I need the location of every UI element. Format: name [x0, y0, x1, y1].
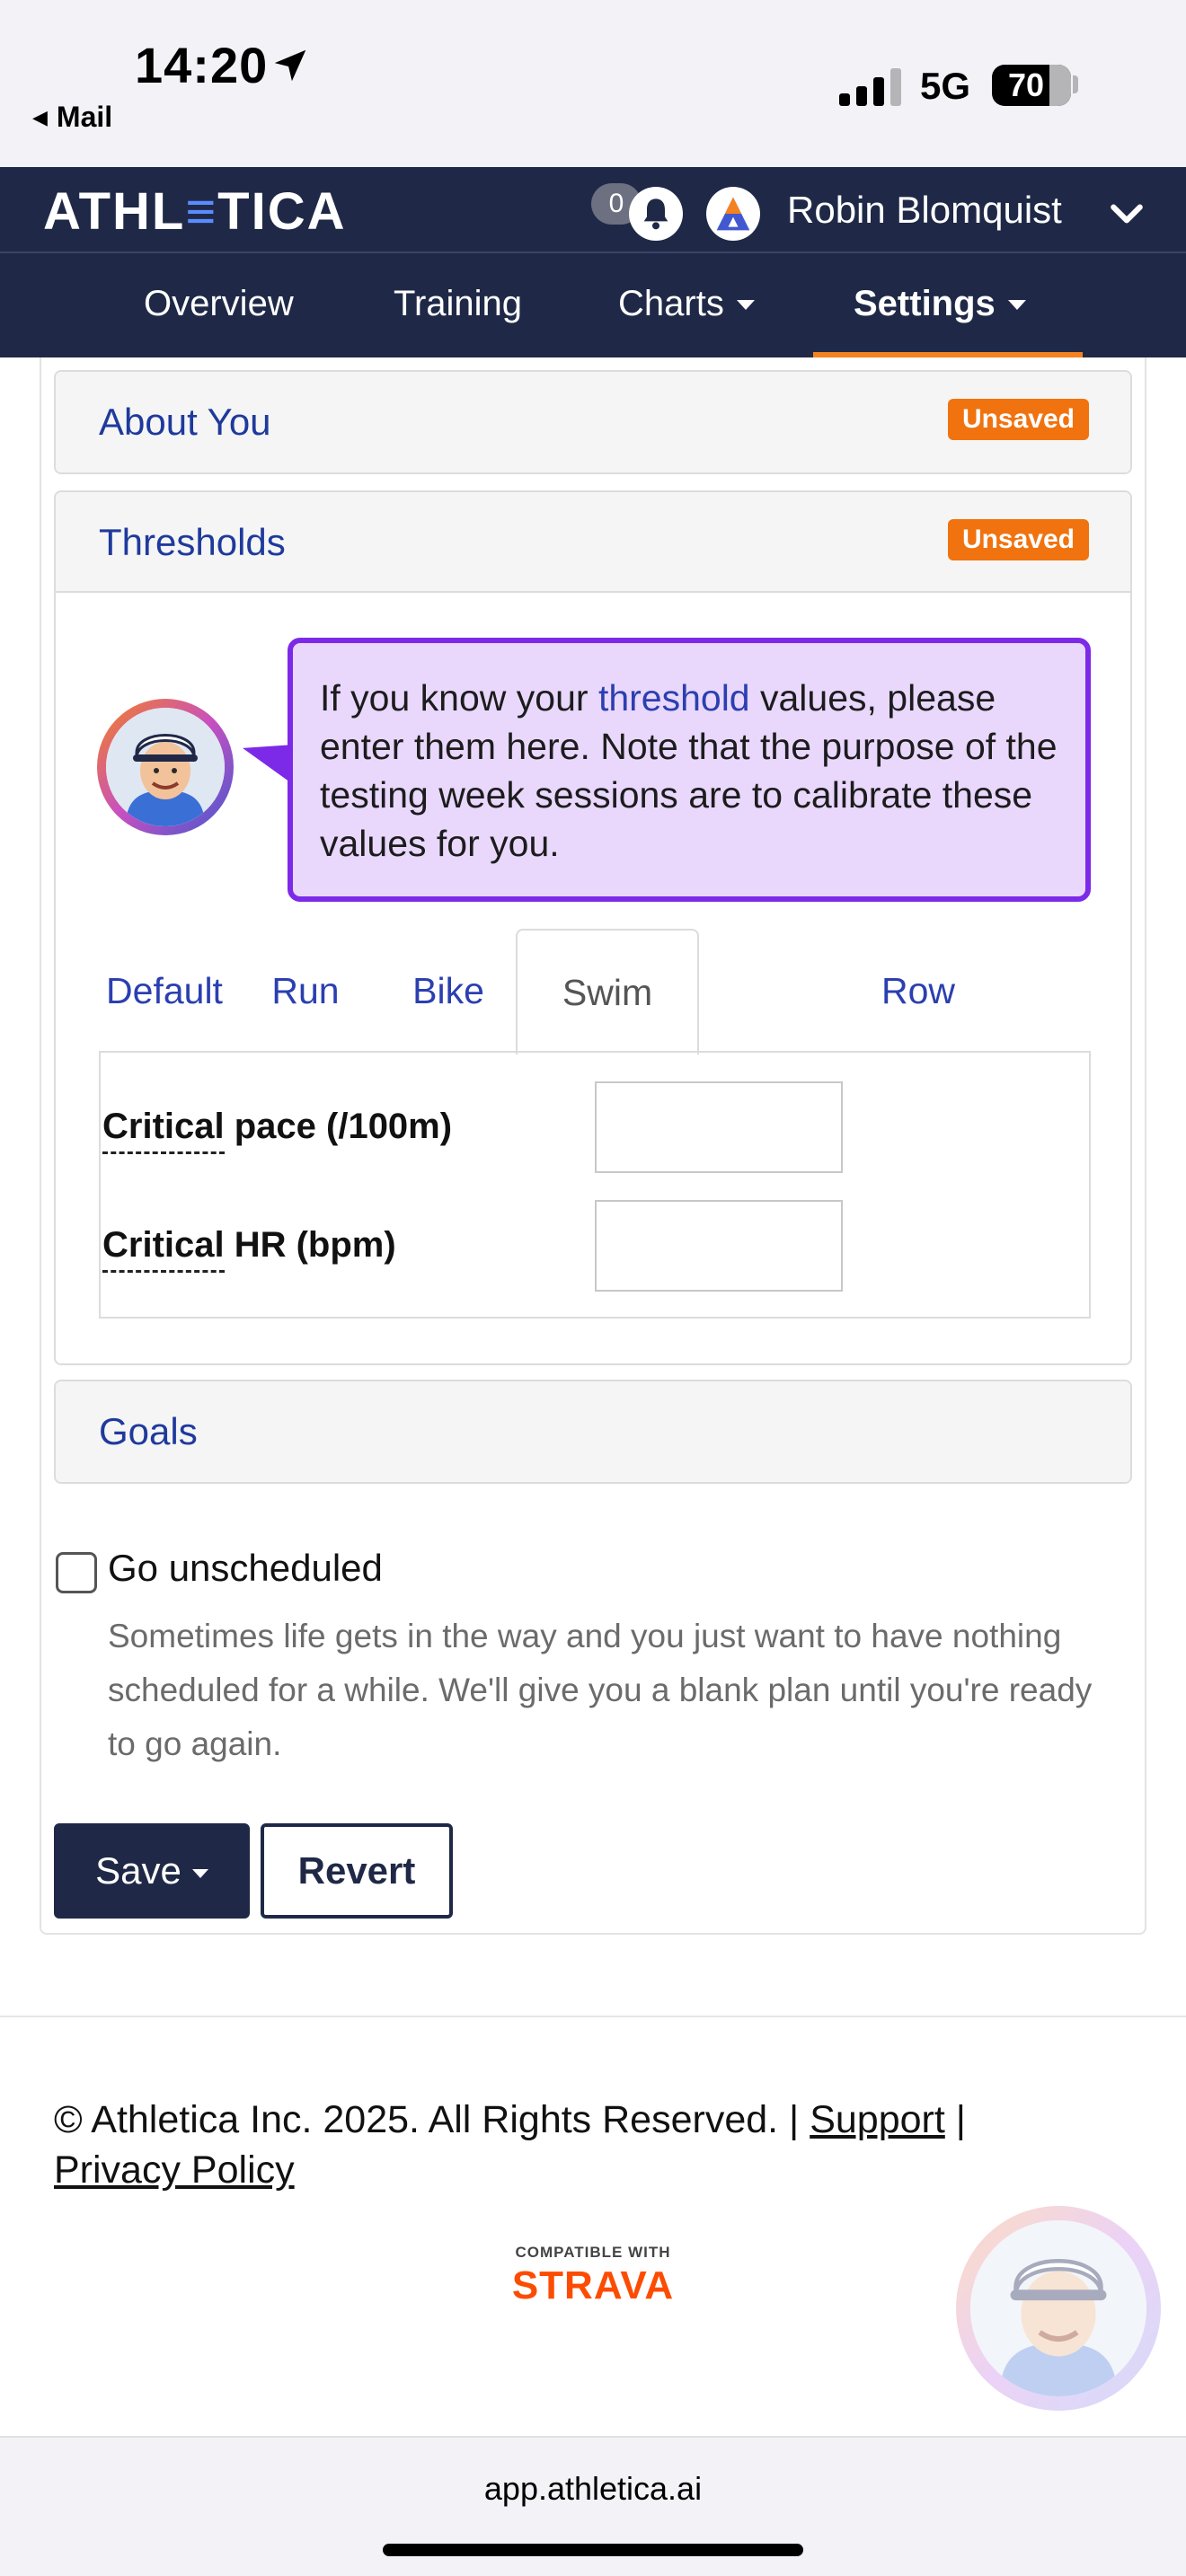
app-header: ATHL≡TICA 0 Robin Blomquist	[0, 167, 1186, 253]
tab-run[interactable]: Run	[230, 929, 381, 1053]
go-unscheduled-label[interactable]: Go unscheduled	[108, 1547, 383, 1590]
nav-overview[interactable]: Overview	[144, 284, 294, 324]
panel-thresholds: Thresholds Unsaved If you know your thre…	[54, 490, 1132, 1365]
tab-swim[interactable]: Swim	[516, 929, 699, 1054]
footer-text: © Athletica Inc. 2025. All Rights Reserv…	[54, 2095, 1132, 2195]
swim-thresholds-form: Critical pace (/100m) Critical HR (bpm)	[99, 1051, 1091, 1319]
threshold-link[interactable]: threshold	[598, 677, 750, 719]
save-button[interactable]: Save	[54, 1823, 250, 1919]
panel-goals-header[interactable]: Goals	[56, 1381, 1130, 1482]
coach-speech-bubble: If you know your threshold values, pleas…	[288, 638, 1091, 902]
footer-separator: |	[955, 2098, 966, 2141]
unsaved-badge: Unsaved	[947, 399, 1089, 440]
nav-training[interactable]: Training	[394, 284, 522, 324]
privacy-policy-link[interactable]: Privacy Policy	[54, 2148, 295, 2192]
battery-level: 70	[1007, 66, 1045, 103]
floating-coach-chat-button[interactable]	[956, 2206, 1161, 2411]
user-avatar-icon[interactable]	[706, 187, 760, 241]
critical-pace-input[interactable]	[595, 1081, 843, 1173]
nav-charts-label: Charts	[618, 284, 724, 323]
panel-goals-title[interactable]: Goals	[99, 1410, 198, 1453]
cellular-signal-icon	[839, 68, 901, 106]
save-button-label: Save	[95, 1849, 181, 1892]
strava-compatible-logo: COMPATIBLE WITH STRAVA	[505, 2244, 681, 2308]
panel-about-you-title[interactable]: About You	[99, 401, 271, 444]
strava-compat-text: COMPATIBLE WITH	[515, 2244, 671, 2261]
nav-charts[interactable]: Charts	[618, 284, 755, 324]
home-indicator	[383, 2544, 803, 2556]
nav-settings[interactable]: Settings	[854, 284, 1026, 324]
main-nav: Overview Training Charts Settings	[0, 253, 1186, 357]
critical-hr-input[interactable]	[595, 1200, 843, 1292]
back-to-app-link[interactable]: ◀ Mail	[32, 101, 112, 134]
panel-goals[interactable]: Goals	[54, 1380, 1132, 1484]
back-app-label: Mail	[56, 101, 113, 133]
unsaved-badge: Unsaved	[947, 519, 1089, 560]
location-arrow-icon	[274, 49, 306, 82]
athletica-logo[interactable]: ATHL≡TICA	[43, 181, 347, 242]
clock: 14:20	[135, 37, 269, 93]
back-triangle-icon: ◀	[32, 106, 48, 128]
revert-button[interactable]: Revert	[261, 1823, 453, 1919]
footer-divider	[0, 2016, 1186, 2017]
caret-down-icon	[1007, 300, 1026, 310]
panel-about-you-header[interactable]: About You Unsaved	[56, 372, 1130, 472]
url-text[interactable]: app.athletica.ai	[0, 2470, 1186, 2508]
caret-down-icon	[736, 300, 755, 310]
go-unscheduled-checkbox[interactable]	[56, 1552, 97, 1593]
browser-url-bar[interactable]: app.athletica.ai	[0, 2436, 1186, 2576]
critical-pace-label: Critical pace (/100m)	[102, 1107, 452, 1154]
coach-face-icon	[106, 708, 225, 826]
network-type: 5G	[920, 65, 971, 107]
coach-face-icon	[970, 2220, 1146, 2396]
coach-avatar	[97, 699, 234, 835]
tab-row[interactable]: Row	[830, 929, 1006, 1053]
ios-status-bar: 14:20 ◀ Mail 5G 70	[0, 0, 1186, 167]
battery-icon: 70	[992, 65, 1071, 106]
tab-bike[interactable]: Bike	[381, 929, 516, 1053]
go-unscheduled-help: Sometimes life gets in the way and you j…	[108, 1618, 1093, 1762]
sport-tabs: Default Run Bike Swim Row	[99, 929, 1091, 1054]
support-link[interactable]: Support	[810, 2098, 945, 2141]
nav-settings-label: Settings	[854, 284, 996, 323]
critical-hr-label: Critical HR (bpm)	[102, 1225, 396, 1273]
panel-about-you[interactable]: About You Unsaved	[54, 370, 1132, 474]
tab-default[interactable]: Default	[99, 929, 230, 1053]
panel-thresholds-header[interactable]: Thresholds Unsaved	[56, 492, 1130, 593]
panel-thresholds-title[interactable]: Thresholds	[99, 521, 286, 564]
strava-wordmark: STRAVA	[511, 2263, 675, 2307]
bell-icon[interactable]	[629, 187, 683, 241]
caret-down-icon	[191, 1869, 208, 1878]
chevron-down-icon[interactable]	[1107, 194, 1146, 234]
user-name[interactable]: Robin Blomquist	[787, 189, 1062, 232]
thresholds-body: If you know your threshold values, pleas…	[56, 595, 1130, 1365]
copyright: © Athletica Inc. 2025. All Rights Reserv…	[54, 2098, 800, 2141]
